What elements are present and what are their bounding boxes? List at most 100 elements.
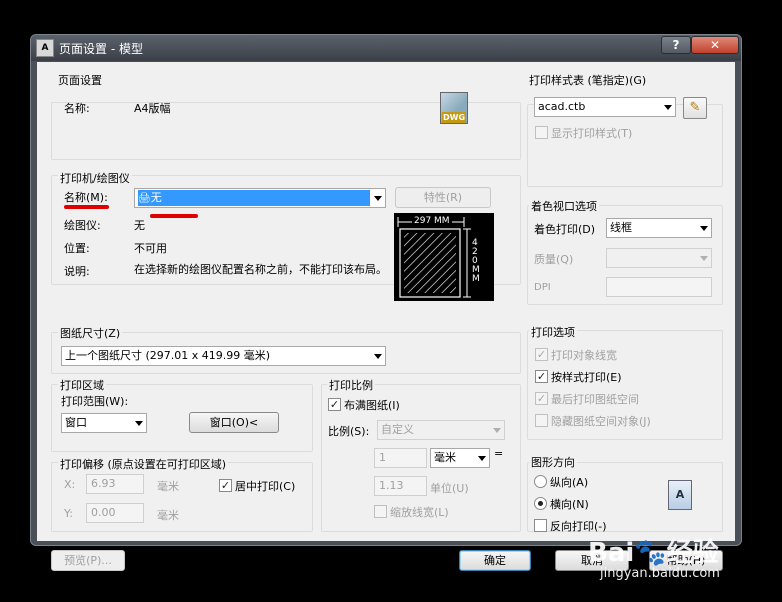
chevron-down-icon xyxy=(700,256,708,261)
chevron-down-icon xyxy=(374,354,382,359)
show-plot-styles-checkbox[interactable] xyxy=(535,126,548,139)
paw-icon: 🐾 xyxy=(634,538,667,568)
landscape-radio[interactable] xyxy=(534,497,547,510)
description-label: 说明: xyxy=(64,265,90,278)
paper-size-group-label: 图纸尺寸(Z) xyxy=(58,325,123,341)
dpi-input[interactable] xyxy=(606,277,712,297)
fit-to-paper-label: 布满图纸(I) xyxy=(344,399,400,412)
dwg-file-icon: DWG xyxy=(440,92,468,124)
hide-paperspace-label: 隐藏图纸空间对象(J) xyxy=(551,415,651,428)
quality-label: 质量(Q) xyxy=(534,253,574,266)
chevron-down-icon xyxy=(478,456,486,461)
plotter-name-label: 名称(M): xyxy=(64,191,108,204)
plot-lineweights-checkbox[interactable]: ✓ xyxy=(535,348,548,361)
chevron-down-icon xyxy=(135,421,143,426)
annotation-underline xyxy=(150,214,198,218)
dialog-title: 页面设置 - 模型 xyxy=(59,42,143,56)
paper-preview: 297 MM 420 MM xyxy=(394,213,494,301)
upside-down-checkbox[interactable] xyxy=(534,519,547,532)
plotter-name-text: 无 xyxy=(150,191,162,204)
edit-pen-icon[interactable]: ✎ xyxy=(683,97,707,119)
hide-paperspace-checkbox[interactable] xyxy=(535,414,548,427)
shade-plot-value: 线框 xyxy=(610,221,632,234)
scale-lineweights-label: 缩放线宽(L) xyxy=(390,506,449,519)
scale-numerator-input[interactable]: 1 xyxy=(374,448,427,468)
landscape-orientation-icon: A xyxy=(668,480,692,510)
plotter-name-dropdown[interactable]: 🖨无 xyxy=(134,188,386,208)
plot-range-dropdown[interactable]: 窗口 xyxy=(61,413,147,433)
offset-x-label: X: xyxy=(64,478,76,491)
offset-x-unit: 毫米 xyxy=(157,480,179,493)
plot-style-dropdown[interactable]: acad.ctb xyxy=(534,97,676,117)
plotter-group-label: 打印机/绘图仪 xyxy=(58,170,132,186)
baidu-watermark-url: jingyan.baidu.com xyxy=(600,566,720,581)
paper-size-value: 上一个图纸尺寸 (297.01 x 419.99 毫米) xyxy=(65,349,271,362)
portrait-label: 纵向(A) xyxy=(550,476,589,489)
plot-scale-group-label: 打印比例 xyxy=(327,377,375,393)
paper-size-dropdown[interactable]: 上一个图纸尺寸 (297.01 x 419.99 毫米) xyxy=(61,346,386,366)
center-plot-checkbox[interactable]: ✓ xyxy=(219,479,232,492)
plot-with-styles-label: 按样式打印(E) xyxy=(551,371,622,384)
location-label: 位置: xyxy=(64,242,90,255)
equals-sign: = xyxy=(494,447,504,460)
annotation-underline xyxy=(64,205,109,209)
chevron-down-icon xyxy=(493,428,501,433)
plot-style-group-label: 打印样式表 (笔指定)(G) xyxy=(529,74,647,87)
shaded-viewport-group-label: 着色视口选项 xyxy=(529,198,599,214)
chevron-down-icon xyxy=(374,196,382,201)
landscape-label: 横向(N) xyxy=(550,498,589,511)
preview-width-label: 297 MM xyxy=(412,216,452,226)
paperspace-last-label: 最后打印图纸空间 xyxy=(551,393,639,406)
baidu-watermark-logo: Bai🐾经验 xyxy=(588,532,719,569)
dwg-icon-label: DWG xyxy=(442,112,466,123)
baidu-brand-text-2: 经验 xyxy=(666,538,719,568)
scale-value: 自定义 xyxy=(381,423,414,436)
title-bar[interactable]: A 页面设置 - 模型 ? ✕ xyxy=(31,35,741,61)
plotter-device-value: 无 xyxy=(134,219,145,232)
scale-denominator-input[interactable]: 1.13 xyxy=(374,476,427,496)
ok-button[interactable]: 确定 xyxy=(459,550,531,571)
scale-lineweights-checkbox[interactable] xyxy=(374,505,387,518)
page-setup-group-label: 页面设置 xyxy=(58,74,102,87)
paperspace-last-checkbox[interactable]: ✓ xyxy=(535,392,548,405)
page-setup-dialog: A 页面设置 - 模型 ? ✕ 页面设置 名称: A4版幅 DWG 打印机/绘图… xyxy=(30,34,742,571)
dpi-label: DPI xyxy=(534,282,551,293)
shade-plot-dropdown[interactable]: 线框 xyxy=(606,218,712,238)
plot-options-group-label: 打印选项 xyxy=(529,324,577,340)
properties-button[interactable]: 特性(R) xyxy=(395,187,491,208)
plot-area-group-label: 打印区域 xyxy=(58,377,106,393)
scale-unit-dropdown[interactable]: 毫米 xyxy=(430,448,490,468)
scale-unit-value: 毫米 xyxy=(434,451,456,464)
plot-with-styles-checkbox[interactable]: ✓ xyxy=(535,370,548,383)
scale-units-label: 单位(U) xyxy=(430,482,469,495)
fit-to-paper-checkbox[interactable]: ✓ xyxy=(328,398,341,411)
plotter-device-label: 绘图仪: xyxy=(64,219,101,232)
window-pick-button[interactable]: 窗口(O)< xyxy=(189,412,279,433)
preview-button[interactable]: 预览(P)... xyxy=(51,550,125,571)
close-button[interactable]: ✕ xyxy=(691,36,739,54)
description-value: 在选择新的绘图仪配置名称之前，不能打印该布局。 xyxy=(134,263,387,276)
portrait-radio[interactable] xyxy=(534,475,547,488)
shade-plot-label: 着色打印(D) xyxy=(534,223,596,236)
dialog-client: 页面设置 名称: A4版幅 DWG 打印机/绘图仪 名称(M): 🖨无 特性(R… xyxy=(37,62,735,571)
scale-label: 比例(S): xyxy=(328,425,370,438)
show-plot-styles-label: 显示打印样式(T) xyxy=(551,127,633,140)
offset-y-unit: 毫米 xyxy=(157,509,179,522)
scale-dropdown[interactable]: 自定义 xyxy=(377,420,505,440)
chevron-down-icon xyxy=(700,226,708,231)
orientation-group-label: 图形方向 xyxy=(529,454,577,470)
quality-dropdown[interactable] xyxy=(606,248,712,268)
plot-range-label: 打印范围(W): xyxy=(61,395,129,408)
chevron-down-icon xyxy=(664,105,672,110)
offset-y-label: Y: xyxy=(64,507,73,520)
offset-y-input[interactable]: 0.00 xyxy=(86,503,144,523)
help-title-button[interactable]: ? xyxy=(661,36,691,54)
preview-height-label: 420 MM xyxy=(472,238,480,284)
printer-icon: 🖨 xyxy=(138,193,151,204)
autocad-a-icon: A xyxy=(36,39,54,57)
plot-range-value: 窗口 xyxy=(65,416,87,429)
plotter-name-value: 🖨无 xyxy=(138,190,370,206)
offset-x-input[interactable]: 6.93 xyxy=(86,474,144,494)
location-value: 不可用 xyxy=(134,242,167,255)
plot-offset-group-label: 打印偏移 (原点设置在可打印区域) xyxy=(58,456,229,472)
